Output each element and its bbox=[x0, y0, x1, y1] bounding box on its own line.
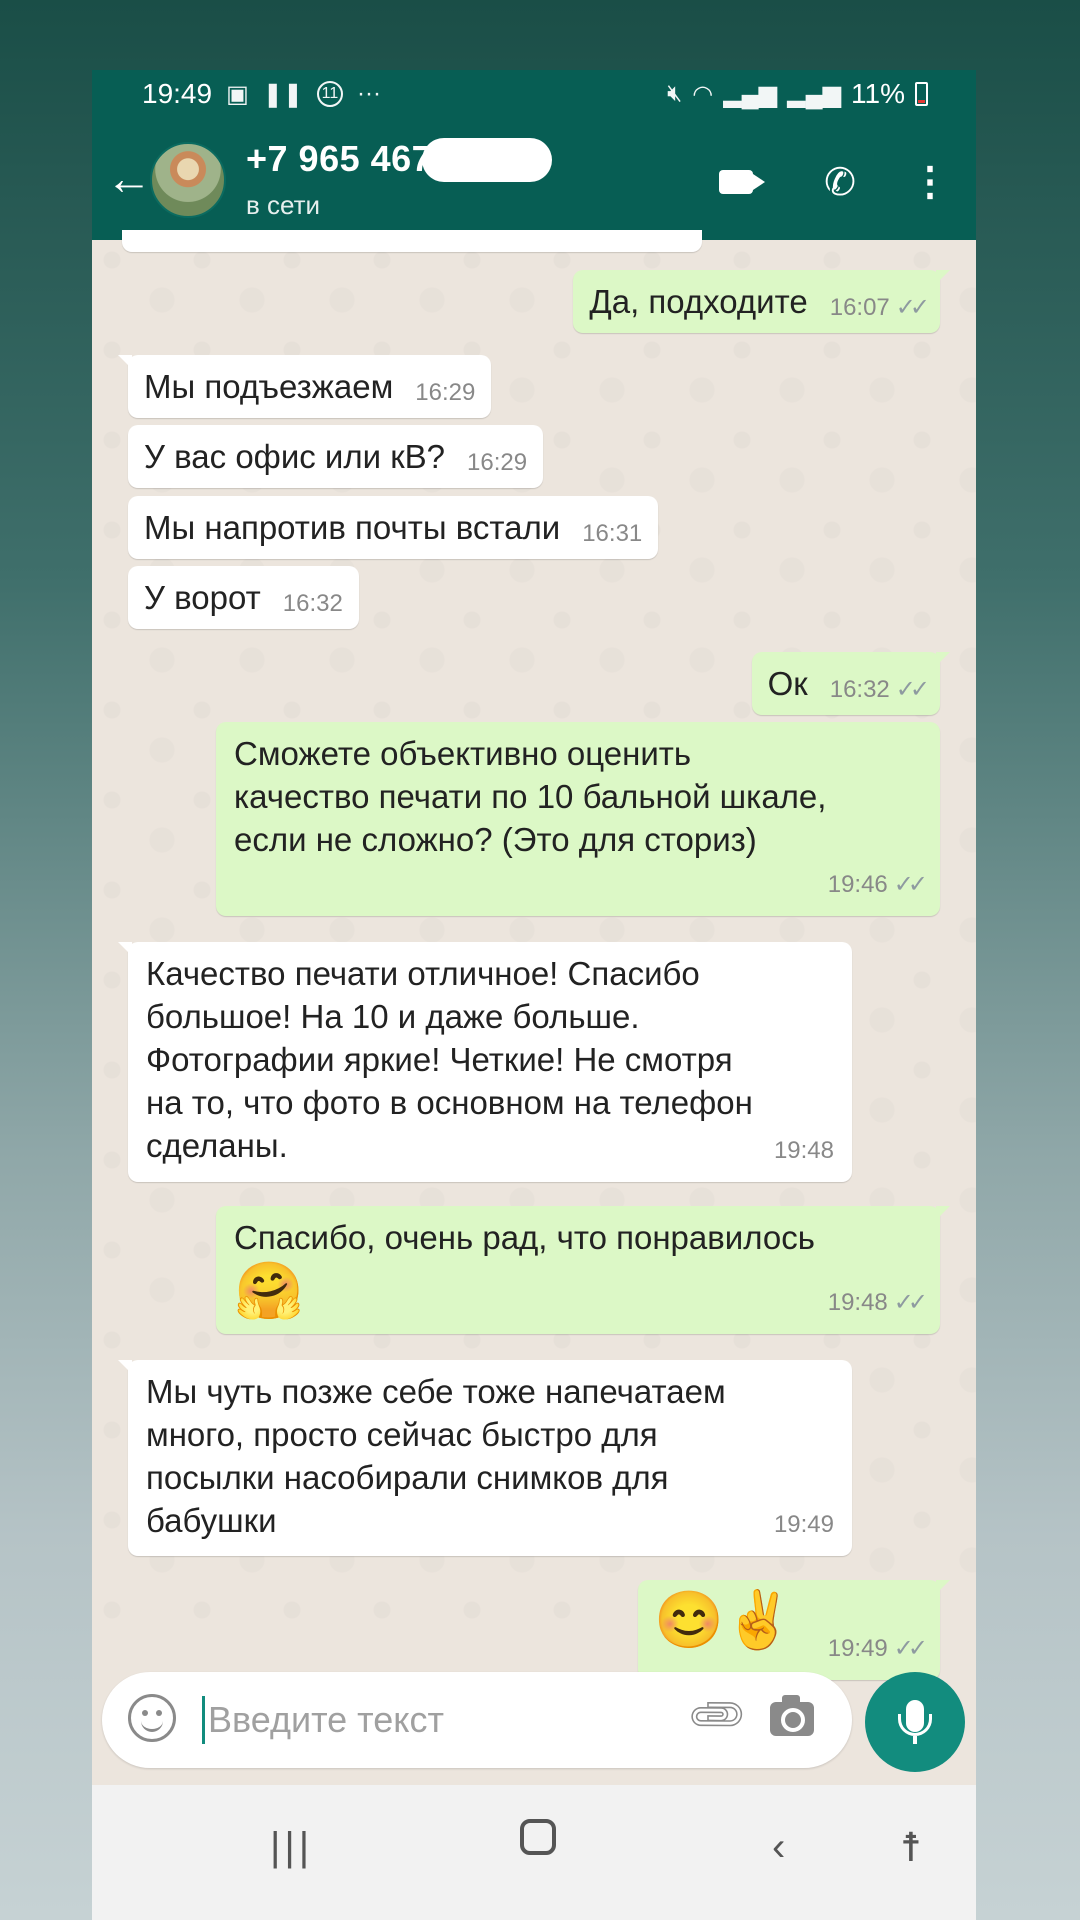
message-outgoing[interactable]: 😊✌ 19:49 ✓✓ bbox=[638, 1580, 950, 1680]
contact-name[interactable]: +7 965 467 bbox=[246, 138, 432, 180]
attach-icon[interactable]: 📎︎ bbox=[683, 1681, 752, 1750]
message-time: 19:48 ✓✓ bbox=[827, 1289, 928, 1316]
hugging-face-icon: 🤗 bbox=[234, 1259, 304, 1322]
read-ticks-icon: ✓✓ bbox=[893, 871, 928, 898]
message-text: У вас офис или кВ? bbox=[144, 438, 446, 475]
pause-icon: ❚❚ bbox=[262, 80, 303, 108]
message-text: Спасибо, очень рад, что понравилось bbox=[234, 1219, 815, 1256]
message-line: качество печати по 10 бальной шкале, bbox=[234, 778, 827, 815]
emoji-icon[interactable] bbox=[128, 1694, 176, 1742]
chat-header: ← +7 965 467 в сети ✆ ⋮ bbox=[92, 120, 976, 240]
signal-icon: ▂▄▆ bbox=[787, 80, 842, 108]
message-time: 16:07 ✓✓ bbox=[829, 294, 930, 321]
message-time: 19:48 bbox=[773, 1137, 834, 1164]
message-incoming[interactable]: У ворот 16:32 bbox=[128, 566, 359, 629]
mute-icon: 🔇︎ bbox=[667, 80, 683, 107]
read-ticks-icon: ✓✓ bbox=[895, 294, 930, 321]
previous-message-fragment bbox=[122, 230, 702, 252]
message-incoming[interactable]: Качество печати отличное! Спасибо большо… bbox=[118, 942, 852, 1182]
message-line: посылки насобирали снимков для bbox=[146, 1459, 669, 1496]
mic-icon bbox=[898, 1700, 932, 1744]
message-text: Ок bbox=[767, 665, 808, 702]
message-text: У ворот bbox=[144, 579, 261, 616]
message-text: Мы напротив почты встали bbox=[144, 509, 561, 546]
system-nav-bar: ||| ‹ ☨ bbox=[92, 1785, 976, 1920]
chat-area[interactable]: Да, подходите 16:07 ✓✓ Мы подъезжаем 16:2… bbox=[92, 230, 976, 1680]
message-time: 16:29 bbox=[467, 449, 528, 476]
more-dots-icon: ··· bbox=[356, 80, 381, 107]
message-line: сделаны. bbox=[146, 1127, 288, 1164]
recent-apps-icon[interactable]: ||| bbox=[270, 1825, 313, 1870]
message-time: 19:49 ✓✓ bbox=[827, 1635, 928, 1662]
message-outgoing[interactable]: Ок 16:32 ✓✓ bbox=[751, 652, 951, 715]
read-ticks-icon: ✓✓ bbox=[893, 1289, 928, 1316]
smile-victory-emoji-icon: 😊✌ bbox=[654, 1588, 794, 1651]
video-call-icon[interactable] bbox=[708, 154, 765, 210]
accessibility-icon[interactable]: ☨ bbox=[900, 1825, 922, 1871]
message-incoming[interactable]: Мы чуть позже себе тоже напечатаем много… bbox=[118, 1360, 852, 1556]
message-line: большое! На 10 и даже больше. bbox=[146, 998, 640, 1035]
message-incoming[interactable]: У вас офис или кВ? 16:29 bbox=[128, 425, 544, 488]
message-incoming[interactable]: Мы подъезжаем 16:29 bbox=[117, 355, 492, 418]
message-line: Качество печати отличное! Спасибо bbox=[146, 955, 700, 992]
avatar[interactable] bbox=[150, 142, 226, 218]
read-ticks-icon: ✓✓ bbox=[893, 1635, 928, 1662]
message-outgoing[interactable]: Да, подходите 16:07 ✓✓ bbox=[573, 270, 950, 333]
phone-screen: 19:49 ▣ ❚❚ 11 ··· 🔇︎ ◠ ▂▄▆ ▂▄▆ 11% ← +7 … bbox=[92, 70, 976, 1920]
message-time: 16:29 bbox=[415, 379, 476, 406]
status-bar: 19:49 ▣ ❚❚ 11 ··· 🔇︎ ◠ ▂▄▆ ▂▄▆ 11% bbox=[92, 70, 976, 120]
back-arrow-icon[interactable]: ← bbox=[104, 148, 154, 208]
battery-percent: 11% bbox=[851, 78, 905, 109]
image-icon: ▣ bbox=[226, 80, 249, 108]
voice-call-icon[interactable]: ✆ bbox=[812, 154, 868, 210]
message-text: Да, подходите bbox=[589, 283, 808, 320]
message-line: много, просто сейчас быстро для bbox=[146, 1416, 658, 1453]
message-text: Мы подъезжаем bbox=[144, 368, 394, 405]
home-icon[interactable] bbox=[520, 1819, 556, 1855]
signal-icon: ▂▄▆ bbox=[723, 80, 778, 108]
message-line: Фотографии яркие! Четкие! Не смотря bbox=[146, 1041, 733, 1078]
message-time: 16:32 ✓✓ bbox=[829, 676, 930, 703]
wifi-icon: ◠ bbox=[692, 80, 714, 108]
message-line: Мы чуть позже себе тоже напечатаем bbox=[146, 1373, 726, 1410]
message-time: 19:46 ✓✓ bbox=[827, 871, 928, 898]
message-outgoing[interactable]: Сможете объективно оценить качество печа… bbox=[216, 722, 940, 916]
message-composer: 📎︎ bbox=[102, 1672, 852, 1768]
status-time: 19:49 bbox=[142, 78, 213, 109]
message-time: 19:49 bbox=[773, 1511, 834, 1538]
message-line: бабушки bbox=[146, 1502, 277, 1539]
camera-icon[interactable] bbox=[770, 1695, 814, 1736]
message-incoming[interactable]: Мы напротив почты встали 16:31 bbox=[128, 496, 659, 559]
message-input[interactable] bbox=[208, 1690, 588, 1750]
battery-icon bbox=[915, 82, 928, 106]
message-time: 16:31 bbox=[582, 520, 643, 547]
message-line: если не сложно? (Это для сториз) bbox=[234, 821, 757, 858]
text-cursor bbox=[202, 1696, 205, 1744]
message-line: Сможете объективно оценить bbox=[234, 735, 692, 772]
redaction-mark bbox=[422, 138, 552, 182]
read-ticks-icon: ✓✓ bbox=[895, 676, 930, 703]
contact-status: в сети bbox=[246, 190, 321, 220]
mic-button[interactable] bbox=[865, 1672, 965, 1772]
notification-11-icon: 11 bbox=[316, 81, 343, 107]
message-time: 16:32 bbox=[282, 590, 343, 617]
message-line: на то, что фото в основном на телефон bbox=[146, 1084, 753, 1121]
back-nav-icon[interactable]: ‹ bbox=[772, 1825, 785, 1870]
more-vert-icon[interactable]: ⋮ bbox=[902, 154, 958, 210]
message-outgoing[interactable]: Спасибо, очень рад, что понравилось 🤗 19… bbox=[216, 1206, 950, 1334]
